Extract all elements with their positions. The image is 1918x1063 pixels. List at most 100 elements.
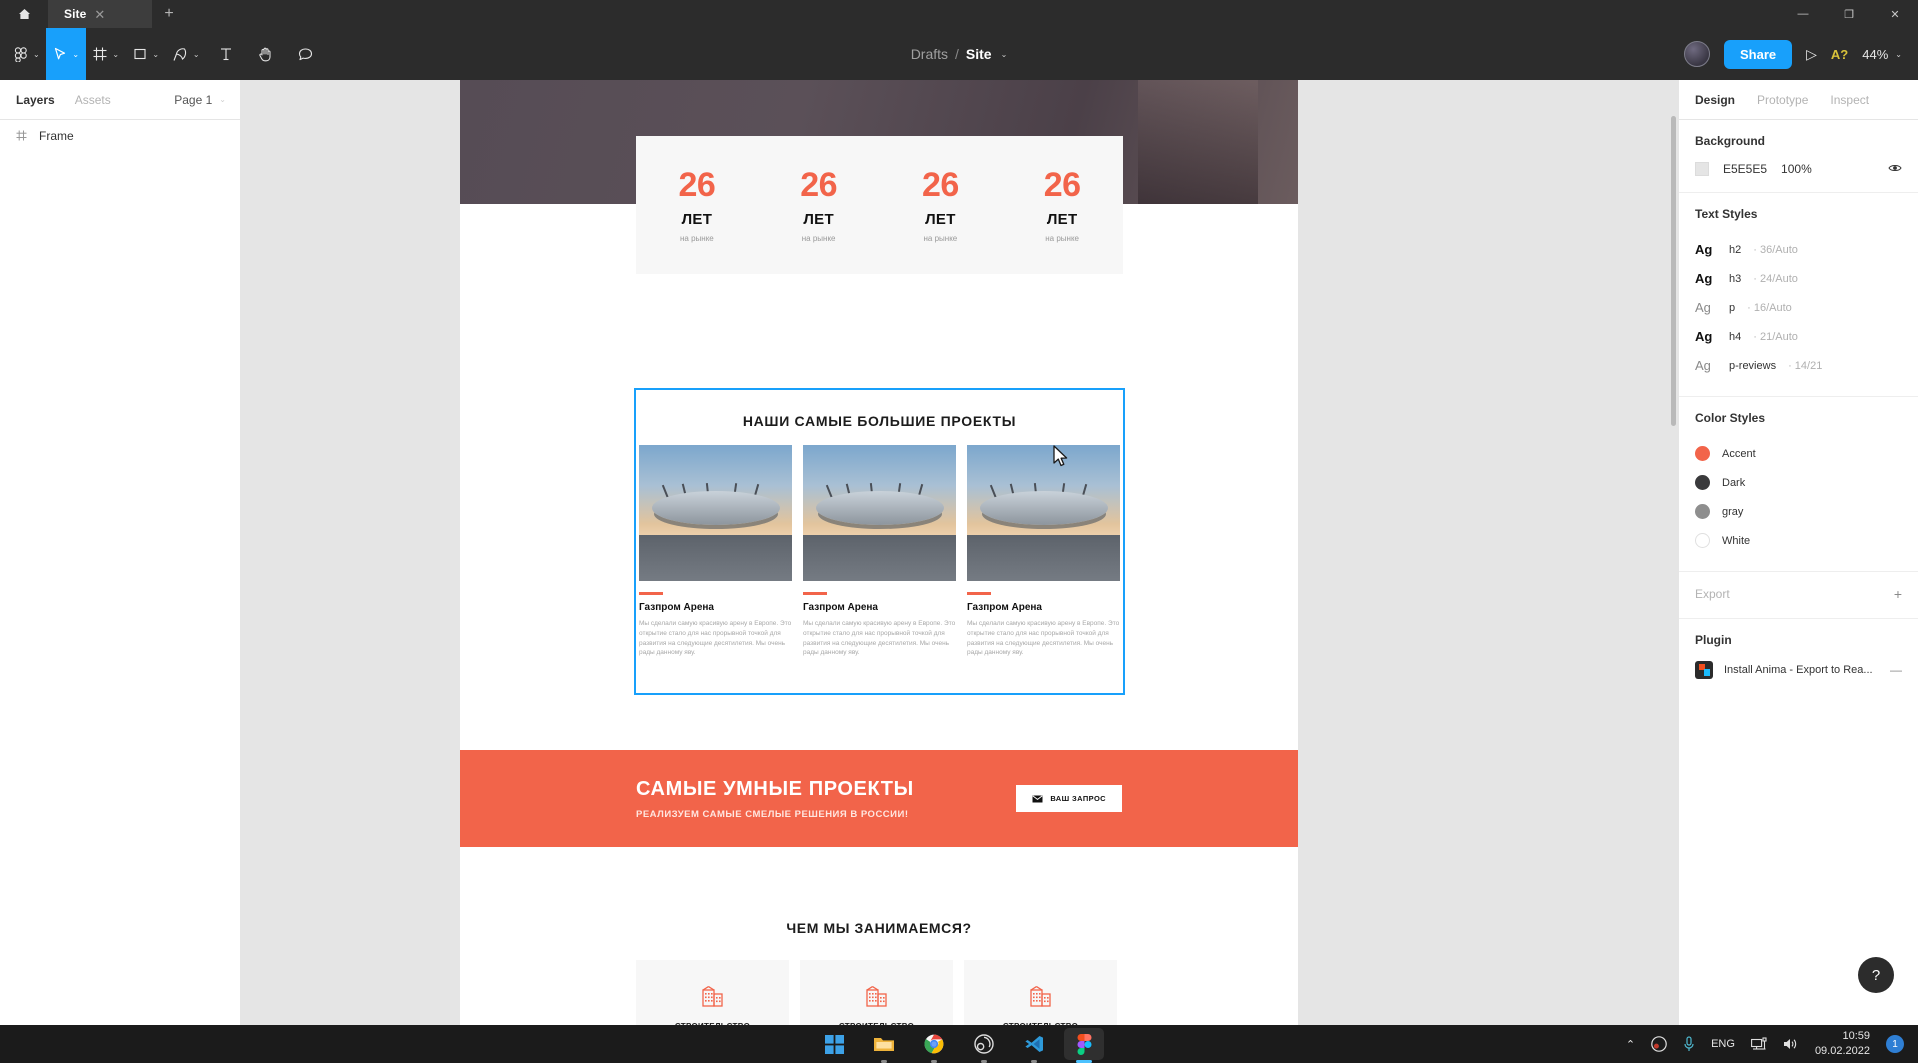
close-window-icon[interactable]: ✕: [1872, 0, 1918, 28]
tab-prototype[interactable]: Prototype: [1757, 93, 1808, 107]
new-tab-button[interactable]: +: [152, 0, 186, 28]
service-card[interactable]: СТРОИТЕЛЬСТВО ОФИСНЫХ ЗДАНИЙ: [964, 960, 1117, 1025]
color-styles-section: Color Styles Accent Dark gray White: [1679, 397, 1918, 572]
envelope-icon: [1032, 795, 1043, 802]
text-style-item[interactable]: Ag h4 · 21/Auto: [1695, 322, 1902, 351]
vs-code-button[interactable]: [1014, 1028, 1054, 1060]
chevron-down-icon[interactable]: ⌄: [152, 50, 159, 59]
windows-icon: [824, 1034, 844, 1054]
frame-tool-icon: [93, 47, 107, 61]
stats-card: 26 ЛЕТ на рынке 26 ЛЕТ на рынке 26 ЛЕТ н…: [636, 136, 1123, 274]
volume-icon[interactable]: [1783, 1037, 1799, 1051]
background-hex-value[interactable]: E5E5E5: [1723, 162, 1767, 176]
cta-heading: САМЫЕ УМНЫЕ ПРОЕКТЫ: [636, 777, 914, 800]
project-card[interactable]: Газпром Арена Мы сделали самую красивую …: [803, 445, 956, 658]
canvas-vertical-scrollbar[interactable]: [1671, 116, 1676, 426]
chevron-down-icon[interactable]: ⌄: [33, 50, 40, 59]
notification-badge[interactable]: 1: [1886, 1035, 1904, 1053]
service-card[interactable]: СТРОИТЕЛЬСТВО ОФИСНЫХ ЗДАНИЙ: [636, 960, 789, 1025]
breadcrumb-project[interactable]: Drafts: [911, 46, 948, 62]
building-icon: [865, 986, 887, 1007]
vscode-icon: [1025, 1036, 1043, 1052]
google-chrome-button[interactable]: [914, 1028, 954, 1060]
close-icon[interactable]: ✕: [94, 8, 105, 21]
project-image: [967, 445, 1120, 581]
project-accent-bar: [803, 592, 827, 595]
color-style-item-accent[interactable]: Accent: [1695, 439, 1902, 468]
text-style-item[interactable]: Ag h3 · 24/Auto: [1695, 264, 1902, 293]
share-button[interactable]: Share: [1724, 39, 1793, 69]
color-styles-heading: Color Styles: [1695, 411, 1766, 425]
chevron-down-icon[interactable]: ⌄: [72, 50, 79, 59]
collapse-icon[interactable]: —: [1890, 663, 1902, 677]
shape-tool-button[interactable]: ⌄: [126, 28, 166, 80]
move-tool-button[interactable]: ⌄: [45, 28, 86, 80]
chevron-down-icon[interactable]: ⌄: [1001, 50, 1008, 59]
text-style-meta: · 16/Auto: [1747, 301, 1792, 314]
frame-tool-button[interactable]: ⌄: [86, 28, 126, 80]
figma-button[interactable]: [1064, 1028, 1104, 1060]
pen-tool-icon: [173, 47, 186, 61]
background-opacity-value[interactable]: 100%: [1781, 162, 1812, 176]
avatar[interactable]: [1684, 41, 1710, 67]
chevron-down-icon[interactable]: ⌄: [112, 50, 119, 59]
window-title-bar: Site ✕ + — ❐ ✕: [0, 0, 1918, 28]
eye-icon[interactable]: [1888, 162, 1902, 176]
obs-tray-icon[interactable]: [1651, 1036, 1667, 1052]
file-tab-site[interactable]: Site ✕: [48, 0, 152, 28]
projects-section[interactable]: НАШИ САМЫЕ БОЛЬШИЕ ПРОЕКТЫ Газпром Арена…: [634, 388, 1125, 695]
main-menu-button[interactable]: ⌄: [0, 28, 46, 80]
stat-sublabel: на рынке: [801, 233, 836, 243]
language-indicator[interactable]: ENG: [1711, 1038, 1735, 1050]
microphone-icon[interactable]: [1683, 1036, 1695, 1052]
start-button[interactable]: [814, 1028, 854, 1060]
project-name: Газпром Арена: [803, 602, 878, 613]
figma-home-button[interactable]: [0, 0, 48, 28]
artboard-frame[interactable]: 26 ЛЕТ на рынке 26 ЛЕТ на рынке 26 ЛЕТ н…: [460, 80, 1298, 1025]
design-panel-tabs: Design Prototype Inspect: [1679, 80, 1918, 120]
chrome-icon: [924, 1034, 944, 1054]
color-style-item-white[interactable]: White: [1695, 526, 1902, 555]
taskbar-clock[interactable]: 10:59 09.02.2022: [1815, 1029, 1870, 1059]
layer-name: Frame: [39, 129, 74, 143]
tab-design[interactable]: Design: [1695, 93, 1735, 107]
plugin-section: Plugin Install Anima - Export to Rea... …: [1679, 619, 1918, 695]
text-style-meta: · 14/21: [1788, 359, 1823, 372]
background-color-row[interactable]: E5E5E5 100%: [1695, 162, 1902, 176]
text-style-name: h4: [1729, 330, 1742, 343]
network-icon[interactable]: [1750, 1037, 1767, 1051]
text-tool-button[interactable]: [206, 28, 246, 80]
tab-inspect[interactable]: Inspect: [1830, 93, 1869, 107]
cta-request-button[interactable]: ВАШ ЗАПРОС: [1016, 785, 1122, 812]
minimize-icon[interactable]: —: [1780, 0, 1826, 28]
text-style-item[interactable]: Ag p · 16/Auto: [1695, 293, 1902, 322]
service-card[interactable]: СТРОИТЕЛЬСТВО ОФИСНЫХ ЗДАНИЙ: [800, 960, 953, 1025]
chevron-up-icon[interactable]: ⌃: [1626, 1038, 1635, 1051]
comment-tool-button[interactable]: [286, 28, 326, 80]
color-style-item-gray[interactable]: gray: [1695, 497, 1902, 526]
color-style-item-dark[interactable]: Dark: [1695, 468, 1902, 497]
chevron-down-icon[interactable]: ⌄: [193, 50, 200, 59]
restore-icon[interactable]: ❐: [1826, 0, 1872, 28]
file-explorer-button[interactable]: [864, 1028, 904, 1060]
tab-layers[interactable]: Layers: [16, 93, 55, 107]
help-button[interactable]: ?: [1858, 957, 1894, 993]
tab-assets[interactable]: Assets: [75, 93, 111, 107]
project-card[interactable]: Газпром Арена Мы сделали самую красивую …: [639, 445, 792, 658]
project-card[interactable]: Газпром Арена Мы сделали самую красивую …: [967, 445, 1120, 658]
text-style-item[interactable]: Ag h2 · 36/Auto: [1695, 235, 1902, 264]
background-color-swatch[interactable]: [1695, 162, 1709, 176]
accessibility-badge[interactable]: A?: [1831, 47, 1848, 62]
text-style-item[interactable]: Ag p-reviews · 14/21: [1695, 351, 1902, 380]
breadcrumb-file-name[interactable]: Site: [966, 46, 992, 62]
present-icon[interactable]: ▷: [1806, 46, 1817, 63]
pen-tool-button[interactable]: ⌄: [166, 28, 206, 80]
obs-studio-button[interactable]: [964, 1028, 1004, 1060]
hand-tool-button[interactable]: [246, 28, 286, 80]
zoom-control[interactable]: 44% ⌄: [1862, 47, 1902, 62]
plugin-item[interactable]: Install Anima - Export to Rea... —: [1695, 661, 1902, 679]
design-canvas[interactable]: 26 ЛЕТ на рынке 26 ЛЕТ на рынке 26 ЛЕТ н…: [241, 80, 1678, 1025]
page-selector[interactable]: Page 1 ⌄: [174, 93, 226, 107]
add-export-icon[interactable]: +: [1894, 586, 1902, 602]
layer-item-frame[interactable]: Frame: [0, 120, 240, 152]
